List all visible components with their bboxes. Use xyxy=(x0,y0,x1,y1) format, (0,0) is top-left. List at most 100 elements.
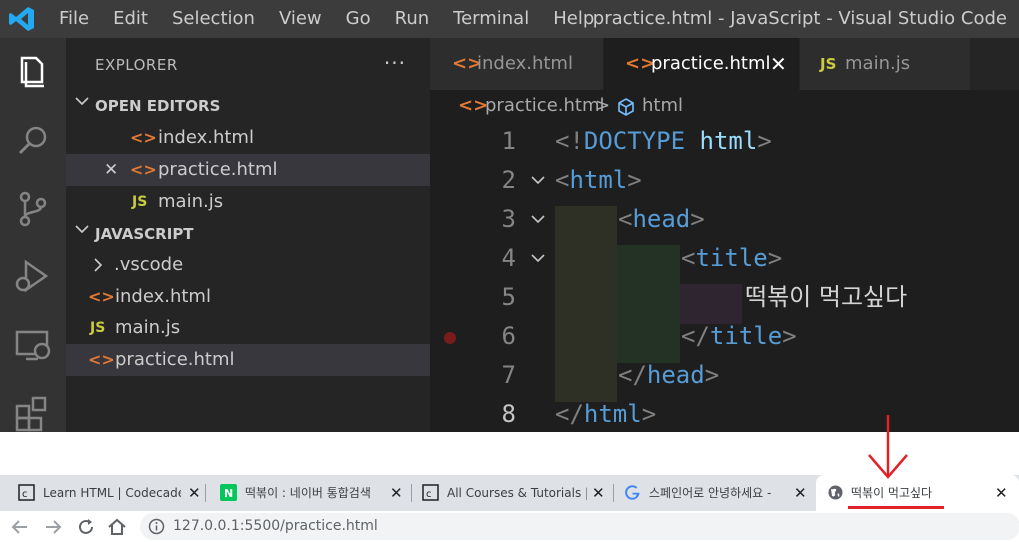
close-icon[interactable]: ✕ xyxy=(794,475,807,511)
close-icon[interactable]: ✕ xyxy=(390,475,403,511)
code-line-2: 2 <html> xyxy=(430,161,1019,200)
vscode-logo-icon[interactable] xyxy=(8,5,36,33)
tree-item-vscode[interactable]: .vscode xyxy=(66,249,430,281)
tab-main-js[interactable]: JS main.js xyxy=(800,38,971,90)
reload-icon[interactable] xyxy=(75,516,97,538)
close-icon[interactable]: ✕ xyxy=(770,38,787,90)
close-icon[interactable]: ✕ xyxy=(995,475,1008,511)
fold-chevron-icon[interactable] xyxy=(530,250,546,266)
close-icon[interactable]: ✕ xyxy=(592,475,605,511)
tab-label: practice.html xyxy=(651,53,771,74)
tab-label: index.html xyxy=(477,53,573,74)
code-line-5: 5 떡볶이 먹고싶다 xyxy=(430,278,1019,317)
tag-name: title xyxy=(695,244,768,272)
tree-item-name: practice.html xyxy=(115,349,235,370)
breadcrumb-file[interactable]: practice.html xyxy=(485,90,605,122)
punct: > xyxy=(627,166,642,194)
breadcrumb-element[interactable]: html xyxy=(642,90,683,122)
menu-terminal[interactable]: Terminal xyxy=(441,0,541,38)
menu-run[interactable]: Run xyxy=(383,0,442,38)
punct: <! xyxy=(555,127,584,155)
tree-item-name: index.html xyxy=(115,286,211,307)
home-icon[interactable] xyxy=(106,516,128,538)
open-editor-practice[interactable]: ✕ <> practice.html xyxy=(66,154,430,186)
explorer-icon[interactable] xyxy=(12,52,54,94)
html-file-icon: <> xyxy=(458,95,489,116)
title-text: 떡볶이 먹고싶다 xyxy=(745,283,908,311)
html-file-icon: <> xyxy=(88,287,115,306)
punct: > xyxy=(690,205,705,233)
tab-label: main.js xyxy=(845,53,911,74)
tag-name: head xyxy=(632,205,691,233)
tag-name: html xyxy=(583,400,642,428)
menu-bar: File Edit Selection View Go Run Terminal… xyxy=(47,0,606,38)
site-info-icon[interactable] xyxy=(148,518,165,535)
menu-selection[interactable]: Selection xyxy=(160,0,267,38)
open-editor-index[interactable]: <> index.html xyxy=(66,122,430,154)
html-file-icon: <> xyxy=(130,160,157,179)
close-icon[interactable]: ✕ xyxy=(188,475,201,511)
code-line-1: 1 <!DOCTYPE html> xyxy=(430,122,1019,161)
tab-index-html[interactable]: <> index.html xyxy=(430,38,604,90)
open-editor-name: main.js xyxy=(158,191,224,212)
source-control-icon[interactable] xyxy=(12,188,54,230)
folder-label: JAVASCRIPT xyxy=(95,225,194,243)
fold-chevron-icon[interactable] xyxy=(530,211,546,227)
naver-icon: N xyxy=(220,484,237,501)
tree-item-main[interactable]: JS main.js xyxy=(66,312,430,344)
more-actions-icon[interactable]: ··· xyxy=(384,51,406,75)
remote-explorer-icon[interactable] xyxy=(12,324,54,366)
fold-chevron-icon[interactable] xyxy=(530,172,546,188)
breakpoint-icon[interactable] xyxy=(444,332,456,344)
back-icon[interactable] xyxy=(9,516,31,538)
code-editor[interactable]: 1 <!DOCTYPE html> 2 <html> 3 <head> 4 <t… xyxy=(430,122,1019,432)
folder-header[interactable]: JAVASCRIPT xyxy=(66,218,430,250)
svg-text:c: c xyxy=(426,489,432,500)
code-line-4: 4 <title> xyxy=(430,239,1019,278)
tree-item-practice[interactable]: <> practice.html xyxy=(66,344,430,376)
punct: </ xyxy=(618,361,647,389)
open-editor-main[interactable]: JS main.js xyxy=(66,186,430,218)
html-file-icon: <> xyxy=(130,128,157,147)
doctype-html: html xyxy=(685,127,758,155)
code-line-6: 6 </title> xyxy=(430,317,1019,356)
browser-tab-naver[interactable]: N 떡볶이 : 네이버 통합검색 ✕ xyxy=(206,475,412,511)
menu-view[interactable]: View xyxy=(267,0,334,38)
browser-tab-codecademy[interactable]: c Learn HTML | Codecadem ✕ xyxy=(0,475,206,511)
line-number: 1 xyxy=(501,127,516,155)
open-editor-name: index.html xyxy=(158,127,254,148)
search-icon[interactable] xyxy=(12,120,54,162)
punct: </ xyxy=(555,400,584,428)
browser-tab-title: 떡볶이 : 네이버 통합검색 xyxy=(245,486,371,500)
annotation-arrow-icon xyxy=(868,415,908,479)
open-editor-name: practice.html xyxy=(158,159,278,180)
tag-name: title xyxy=(709,322,783,350)
close-icon[interactable]: ✕ xyxy=(104,154,118,186)
menu-edit[interactable]: Edit xyxy=(101,0,160,38)
tree-item-name: main.js xyxy=(115,317,181,338)
menu-file[interactable]: File xyxy=(47,0,101,38)
forward-icon[interactable] xyxy=(42,516,64,538)
url-text: 127.0.0.1:5500/practice.html xyxy=(173,518,378,534)
editor-tabs: <> index.html <> practice.html ✕ JS main… xyxy=(430,38,1019,90)
menu-go[interactable]: Go xyxy=(334,0,383,38)
run-debug-icon[interactable] xyxy=(12,256,54,298)
tab-practice-html[interactable]: <> practice.html ✕ xyxy=(604,38,800,90)
open-editors-header[interactable]: OPEN EDITORS xyxy=(66,90,430,122)
browser-tab-title: 스페인어로 안녕하세요 - xyxy=(649,486,772,500)
tree-item-index[interactable]: <> index.html xyxy=(66,281,430,313)
code-line-8: 8 </html> xyxy=(430,395,1019,432)
line-number: 8 xyxy=(501,400,516,428)
browser-tab-google[interactable]: 스페인어로 안녕하세요 - ✕ xyxy=(614,475,816,511)
browser-tab-codecademy-courses[interactable]: c All Courses & Tutorials | C ✕ xyxy=(412,475,614,511)
punct: </ xyxy=(681,322,710,350)
punct: > xyxy=(782,322,797,350)
window-title: practice.html - JavaScript - Visual Stud… xyxy=(592,8,1007,29)
punct: > xyxy=(757,127,772,155)
activity-bar xyxy=(0,38,66,432)
extensions-icon[interactable] xyxy=(12,392,54,432)
html-file-icon: <> xyxy=(88,350,115,369)
annotation-underline xyxy=(848,506,944,509)
address-bar[interactable]: 127.0.0.1:5500/practice.html xyxy=(140,513,1019,540)
punct: > xyxy=(641,400,657,428)
